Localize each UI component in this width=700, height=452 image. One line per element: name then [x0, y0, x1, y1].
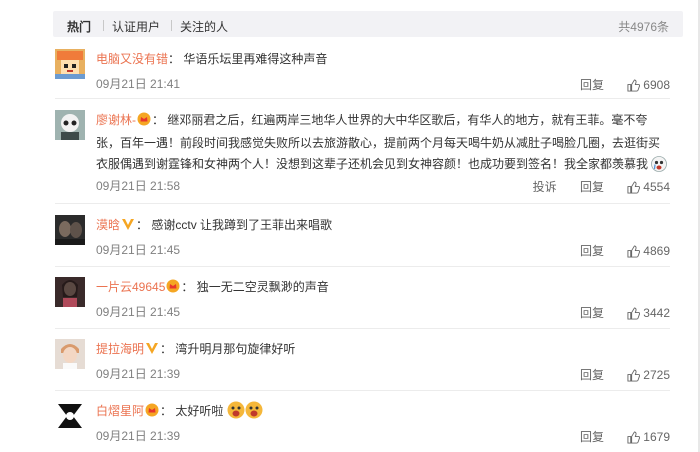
comment-actions: 投诉 回复 4554: [533, 178, 670, 195]
like-count: 3442: [643, 306, 670, 320]
vip-crown-icon: [166, 279, 180, 300]
vip-crown-icon: [145, 403, 159, 424]
thumb-up-icon: [627, 79, 641, 92]
tab-hot[interactable]: 热门: [67, 18, 91, 35]
thumb-up-icon: [627, 369, 641, 382]
avatar[interactable]: [55, 277, 85, 307]
thumb-up-icon: [627, 245, 641, 258]
colon: ：: [152, 113, 168, 127]
avatar[interactable]: [55, 215, 85, 245]
like-button[interactable]: 1679: [627, 430, 670, 444]
comment-text-line: 张，百年一遇！前段时间我感觉失败所以去旅游散心，提前两个月每天喝牛奶从减肚子喝脸…: [96, 136, 661, 150]
avatar[interactable]: [55, 49, 85, 79]
shocked-emoji-icon: [227, 401, 245, 426]
comment-text-line: 衣服偶遇到谢霆锋和女神两个人！没想到这辈子还机会见到女神容颜！也成功要到签名！我…: [96, 157, 649, 171]
avatar[interactable]: [55, 110, 85, 140]
like-button[interactable]: 3442: [627, 306, 670, 320]
vip-crown-icon: [137, 112, 151, 133]
comment-actions: 回复 6908: [580, 76, 670, 93]
reply-button[interactable]: 回复: [580, 76, 604, 93]
comment-text: 华语乐坛里再难得这种声音: [183, 52, 328, 66]
comment-text-line: 继邓丽君之后，红遍两岸三地华人世界的大中华区歌后，有华人的地方，就有王菲。毫不夸: [167, 113, 648, 127]
divider: [55, 266, 670, 267]
username-link[interactable]: 漠晗: [96, 218, 120, 232]
comment-time: 09月21日 21:41: [96, 77, 181, 91]
like-count: 6908: [643, 78, 670, 92]
total-count: 共4976条: [618, 20, 669, 34]
comment-item: 漠晗 ： 感谢cctv 让我蹲到了王菲出来唱歌 09月21日 21:45 回复 4…: [55, 215, 670, 263]
comment-tabs: 热门 认证用户 关注的人 共4976条: [53, 11, 683, 37]
comment-content: 提拉海明 ： 湾升明月那句旋律好听: [96, 339, 668, 362]
comment-time: 09月21日 21:58: [96, 179, 181, 193]
colon: ：: [168, 52, 184, 66]
comment-actions: 回复 4869: [580, 242, 670, 259]
comment-actions: 回复 1679: [580, 428, 670, 445]
thumb-up-icon: [627, 307, 641, 320]
thumb-up-icon: [627, 181, 641, 194]
comment-item: 一片云49645 ： 独一无二空灵飘渺的声音 09月21日 21:45 回复 34…: [55, 277, 670, 325]
tab-following[interactable]: 关注的人: [180, 18, 228, 35]
comment-text: 湾升明月那句旋律好听: [175, 342, 296, 356]
avatar[interactable]: [55, 339, 85, 369]
comment-content: 廖谢林- ： 继邓丽君之后，红遍两岸三地华人世界的大中华区歌后，有华人的地方，就有…: [96, 110, 668, 179]
comment-item: 廖谢林- ： 继邓丽君之后，红遍两岸三地华人世界的大中华区歌后，有华人的地方，就有…: [55, 110, 670, 196]
comment-content: 漠晗 ： 感谢cctv 让我蹲到了王菲出来唱歌: [96, 215, 668, 238]
username-link[interactable]: 白熠星阿: [96, 404, 144, 418]
comment-item: 提拉海明 ： 湾升明月那句旋律好听 09月21日 21:39 回复 2725: [55, 339, 670, 387]
tab-divider: [171, 20, 172, 31]
like-button[interactable]: 4554: [627, 180, 670, 194]
reply-button[interactable]: 回复: [580, 304, 604, 321]
tab-verified-users[interactable]: 认证用户: [112, 18, 160, 35]
comment-actions: 回复 3442: [580, 304, 670, 321]
colon: ：: [160, 342, 176, 356]
shocked-emoji-icon: [245, 401, 263, 426]
reply-button[interactable]: 回复: [580, 366, 604, 383]
comment-item: 电脑又没有错： 华语乐坛里再难得这种声音 09月21日 21:41 回复 690…: [55, 49, 670, 97]
like-count: 1679: [643, 430, 670, 444]
comment-text: 感谢cctv 让我蹲到了王菲出来唱歌: [151, 218, 333, 232]
comment-content: 电脑又没有错： 华语乐坛里再难得这种声音: [96, 49, 668, 70]
like-count: 4554: [643, 180, 670, 194]
like-button[interactable]: 6908: [627, 78, 670, 92]
comment-content: 白熠星阿 ： 太好听啦: [96, 401, 668, 426]
comment-time: 09月21日 21:39: [96, 429, 181, 443]
comment-panel: 热门 认证用户 关注的人 共4976条 电脑又没有错： 华语乐坛里再难得这种声音…: [0, 0, 700, 452]
divider: [55, 203, 670, 204]
reply-button[interactable]: 回复: [580, 242, 604, 259]
colon: ：: [160, 404, 176, 418]
colon: ：: [136, 218, 152, 232]
divider: [55, 390, 670, 391]
reply-button[interactable]: 回复: [580, 428, 604, 445]
comment-time: 09月21日 21:45: [96, 243, 181, 257]
username-link[interactable]: 一片云49645: [96, 280, 165, 294]
comment-text: 独一无二空灵飘渺的声音: [196, 280, 329, 294]
avatar[interactable]: [55, 401, 85, 431]
comment-actions: 回复 2725: [580, 366, 670, 383]
like-count: 2725: [643, 368, 670, 382]
divider: [55, 98, 670, 99]
report-button[interactable]: 投诉: [533, 178, 557, 195]
divider: [55, 328, 670, 329]
username-link[interactable]: 电脑又没有错: [96, 52, 168, 66]
comment-time: 09月21日 21:39: [96, 367, 181, 381]
thumb-up-icon: [627, 431, 641, 444]
username-link[interactable]: 提拉海明: [96, 342, 144, 356]
comment-text: 太好听啦: [175, 404, 224, 418]
colon: ：: [181, 280, 197, 294]
like-button[interactable]: 4869: [627, 244, 670, 258]
crying-emoji-icon: [651, 156, 668, 179]
like-count: 4869: [643, 244, 670, 258]
comment-time: 09月21日 21:45: [96, 305, 181, 319]
comment-content: 一片云49645 ： 独一无二空灵飘渺的声音: [96, 277, 668, 300]
username-link[interactable]: 廖谢林-: [96, 113, 136, 127]
verified-v-icon: [145, 341, 159, 362]
comment-item: 白熠星阿 ： 太好听啦 09月21日 21:39 回复 1679: [55, 401, 670, 449]
tab-divider: [103, 20, 104, 31]
reply-button[interactable]: 回复: [580, 178, 604, 195]
like-button[interactable]: 2725: [627, 368, 670, 382]
verified-v-icon: [121, 217, 135, 238]
